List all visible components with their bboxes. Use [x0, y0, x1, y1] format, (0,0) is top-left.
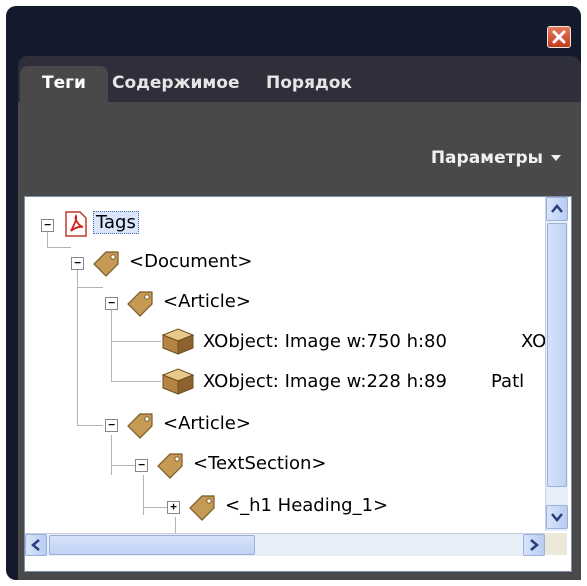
tree-node-tags[interactable]: Tags	[93, 211, 139, 234]
tab-bar: Теги Содержимое Порядок	[18, 56, 581, 102]
expand-toggle[interactable]: +	[167, 501, 180, 514]
tab-content[interactable]: Содержимое	[112, 66, 240, 102]
scroll-right-button[interactable]	[523, 534, 545, 556]
tree-node-heading[interactable]: <_h1 Heading_1>	[225, 495, 388, 516]
tree-connector	[77, 287, 103, 288]
tab-tags[interactable]: Теги	[20, 66, 108, 102]
collapse-toggle[interactable]: −	[71, 257, 84, 270]
tree-connector	[111, 309, 112, 381]
horizontal-scroll-thumb[interactable]	[49, 535, 255, 555]
tree-connector	[143, 507, 167, 508]
tree-node-extra: Patl	[491, 371, 525, 392]
tree-node-xobject[interactable]: XObject: Image w:228 h:89	[203, 371, 447, 392]
scroll-down-button[interactable]	[546, 505, 568, 529]
tree-node-document[interactable]: <Document>	[129, 251, 252, 272]
pdf-icon	[65, 211, 87, 237]
tree-connector	[111, 381, 161, 382]
scroll-left-button[interactable]	[25, 534, 47, 556]
collapse-toggle[interactable]: −	[105, 419, 118, 432]
tree-connector	[111, 341, 161, 342]
tab-order[interactable]: Порядок	[266, 66, 352, 102]
collapse-toggle[interactable]: −	[41, 219, 54, 232]
tree-node-article[interactable]: <Article>	[163, 291, 251, 312]
tree-node-textsection[interactable]: <TextSection>	[193, 453, 326, 474]
vertical-scroll-thumb[interactable]	[547, 223, 567, 487]
options-menu-button[interactable]: Параметры	[431, 148, 561, 168]
tag-icon	[189, 495, 215, 521]
tree-connector	[47, 247, 71, 248]
tree-connector	[77, 425, 103, 426]
close-button[interactable]	[547, 26, 571, 48]
chevron-left-icon	[31, 539, 40, 551]
close-icon	[552, 30, 566, 44]
tree-connector	[111, 465, 135, 466]
panel-toolbar: Параметры	[18, 102, 581, 190]
tree-node-xobject[interactable]: XObject: Image w:750 h:80	[203, 331, 447, 352]
tree-area: − Tags − <Document> − <Article> XObject:…	[18, 190, 581, 580]
tree-node-extra: XO	[521, 331, 547, 352]
collapse-toggle[interactable]: −	[105, 297, 118, 310]
chevron-down-icon	[551, 513, 563, 522]
tree-connector	[111, 435, 112, 475]
vertical-scrollbar[interactable]	[545, 197, 568, 531]
scrollbar-corner	[545, 533, 567, 555]
horizontal-scrollbar[interactable]	[25, 533, 545, 556]
chevron-down-icon	[551, 155, 561, 161]
chevron-up-icon	[551, 204, 563, 213]
tag-icon	[93, 251, 119, 277]
collapse-toggle[interactable]: −	[135, 459, 148, 472]
xobject-box-icon	[161, 328, 195, 355]
tree-node-article[interactable]: <Article>	[163, 413, 251, 434]
options-label: Параметры	[430, 148, 543, 168]
scroll-up-button[interactable]	[546, 197, 568, 221]
xobject-box-icon	[161, 368, 195, 395]
tag-icon	[157, 453, 183, 479]
tree-connector	[143, 475, 144, 515]
tags-tree: − Tags − <Document> − <Article> XObject:…	[24, 196, 572, 572]
chevron-right-icon	[530, 539, 539, 551]
tag-icon	[127, 413, 153, 439]
tree-connector	[77, 270, 78, 425]
tag-icon	[127, 291, 153, 317]
